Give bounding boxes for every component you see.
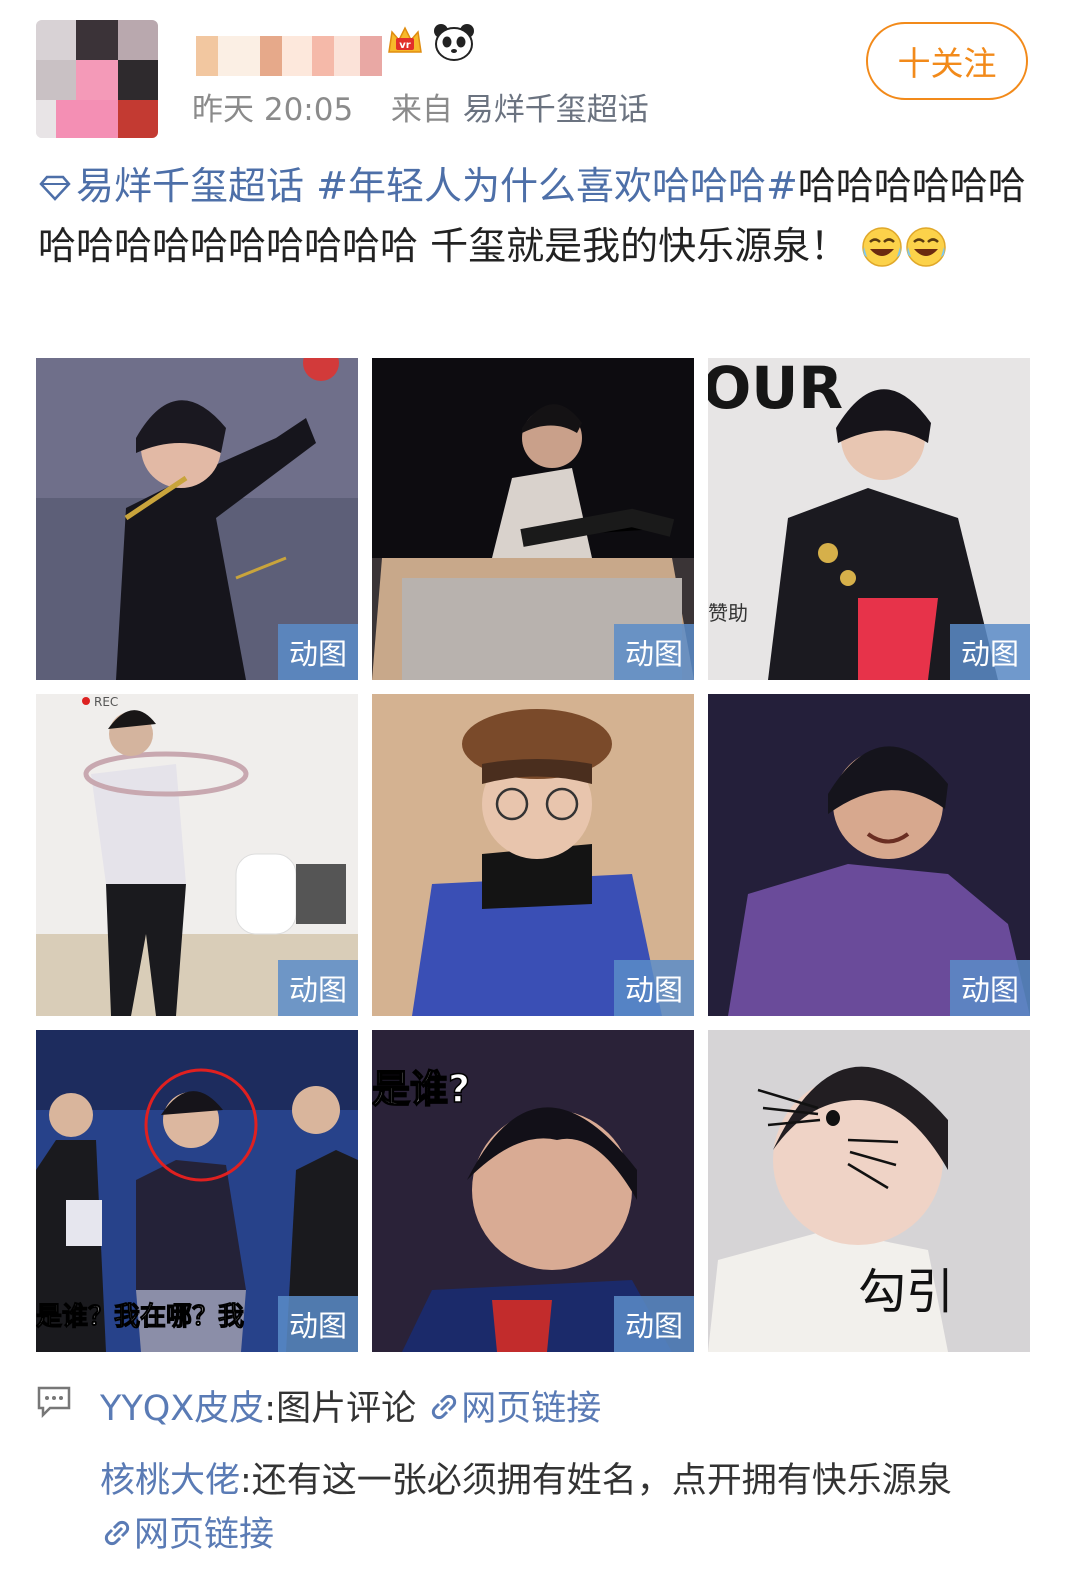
comment-user[interactable]: 核桃大佬 — [100, 1461, 240, 1501]
sponsor-text: 赞助 — [708, 601, 748, 625]
from-prefix: 来自 — [390, 92, 453, 128]
source-link[interactable]: 易烊千玺超话 — [463, 92, 649, 128]
username-blurred[interactable] — [196, 36, 382, 76]
image-tile-5[interactable]: 动图 — [372, 694, 694, 1016]
comment-text: :还有这一张必须拥有姓名，点开拥有快乐源泉 — [240, 1461, 952, 1501]
image-tile-3[interactable]: OUR 赞助 动图 — [708, 358, 1030, 680]
web-link[interactable]: 网页链接 — [100, 1506, 274, 1557]
gif-badge: 动图 — [278, 960, 358, 1016]
diamond-icon — [39, 175, 71, 201]
meme-caption: 勾引 — [858, 1264, 954, 1320]
gif-badge: 动图 — [278, 1296, 358, 1352]
image-tile-4[interactable]: REC 动图 — [36, 694, 358, 1016]
comment-user[interactable]: YYQX皮皮 — [100, 1389, 264, 1429]
post-meta: 昨天 20:05 来自 易烊千玺超话 — [192, 84, 649, 129]
follow-button[interactable]: 十关注 — [866, 22, 1028, 100]
post-text: 易烊千玺超话 #年轻人为什么喜欢哈哈哈#哈哈哈哈哈哈哈哈哈哈哈哈哈哈哈哈 千玺就… — [38, 156, 1038, 276]
web-link[interactable]: 网页链接 — [427, 1389, 601, 1429]
meme-caption: 是谁? — [372, 1067, 470, 1111]
post-header: vr 昨天 20:05 来自 易烊千玺超话 十关注 — [0, 0, 1080, 140]
image-tile-7[interactable]: 是谁？我在哪？我 动图 — [36, 1030, 358, 1352]
comment-icon — [37, 1386, 71, 1418]
link-icon — [432, 1394, 457, 1420]
comment-text: :图片评论 — [264, 1389, 417, 1429]
web-link-label: 网页链接 — [134, 1515, 275, 1555]
image-tile-1[interactable]: 动图 — [36, 358, 358, 680]
image-grid: 动图 动图 OUR 赞助 动图 REC 动图 动图 动图 是谁？我在哪？我 动图… — [36, 358, 1030, 1352]
gif-badge: 动图 — [950, 624, 1030, 680]
supertopic-label: 易烊千玺超话 — [76, 164, 305, 208]
link-icon — [104, 1520, 130, 1546]
backdrop-text: OUR — [708, 358, 843, 422]
panda-badge-icon — [434, 24, 474, 61]
comment-item[interactable]: YYQX皮皮:图片评论 网页链接 — [100, 1380, 601, 1431]
comment-item[interactable]: 核桃大佬:还有这一张必须拥有姓名，点开拥有快乐源泉 — [100, 1452, 952, 1503]
rec-label: REC — [94, 695, 118, 709]
gif-badge: 动图 — [278, 624, 358, 680]
image-tile-8[interactable]: 是谁? 动图 — [372, 1030, 694, 1352]
svg-text:vr: vr — [399, 40, 411, 51]
laugh-cry-emoji-icon — [906, 227, 946, 267]
crown-badge-icon: vr — [388, 26, 422, 53]
gif-badge: 动图 — [950, 960, 1030, 1016]
gif-badge: 动图 — [614, 624, 694, 680]
image-tile-2[interactable]: 动图 — [372, 358, 694, 680]
image-tile-9[interactable]: 勾引 — [708, 1030, 1030, 1352]
avatar[interactable] — [36, 20, 158, 138]
post-time: 昨天 20:05 — [192, 92, 354, 128]
web-link-label: 网页链接 — [461, 1389, 602, 1429]
image-tile-6[interactable]: 动图 — [708, 694, 1030, 1016]
gif-badge: 动图 — [614, 960, 694, 1016]
photo-cat-whiskers: 勾引 — [708, 1030, 1030, 1352]
gif-badge: 动图 — [614, 1296, 694, 1352]
laugh-cry-emoji-icon — [862, 227, 902, 267]
hashtag-link[interactable]: #年轻人为什么喜欢哈哈哈# — [316, 164, 798, 208]
video-subtitle: 是谁？我在哪？我 — [36, 1302, 244, 1332]
supertopic-link[interactable]: 易烊千玺超话 — [38, 164, 304, 208]
